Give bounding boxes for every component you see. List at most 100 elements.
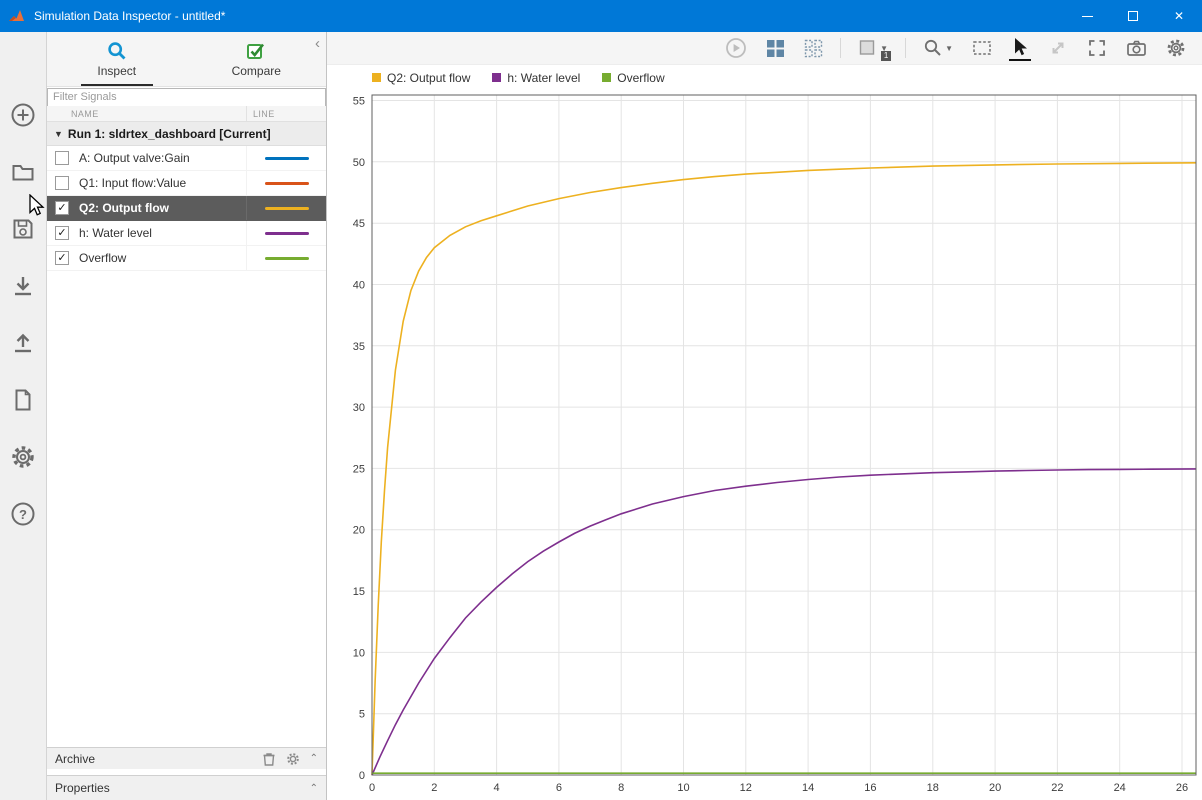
minimize-button[interactable] xyxy=(1064,0,1110,32)
svg-text:12: 12 xyxy=(740,782,752,794)
run-control-button[interactable] xyxy=(723,35,749,61)
fit-to-view-button[interactable] xyxy=(1046,36,1070,60)
window-title: Simulation Data Inspector - untitled* xyxy=(34,9,1064,23)
svg-text:5: 5 xyxy=(359,709,365,721)
signal-row[interactable]: ✓Overflow xyxy=(47,246,326,271)
chart-canvas[interactable]: 0246810121416182022242605101520253035404… xyxy=(327,90,1202,800)
run-group-row[interactable]: ▼ Run 1: sldrtex_dashboard [Current] xyxy=(47,122,326,146)
signal-checkbox[interactable]: ✓ xyxy=(55,201,69,215)
zoom-region-button[interactable] xyxy=(970,36,994,60)
trash-icon[interactable] xyxy=(262,751,276,766)
archive-bar[interactable]: Archive ⌃ xyxy=(47,747,326,769)
signal-row[interactable]: ✓Q2: Output flow xyxy=(47,196,326,221)
expand-corners-icon xyxy=(1087,38,1107,58)
import-icon xyxy=(10,273,36,299)
signal-line-swatch xyxy=(265,257,309,260)
legend-item: Overflow xyxy=(602,71,664,85)
open-button[interactable] xyxy=(8,157,38,187)
preferences-button[interactable] xyxy=(8,442,38,472)
svg-text:10: 10 xyxy=(353,647,365,659)
title-bar: Simulation Data Inspector - untitled* ✕ xyxy=(0,0,1202,32)
maximize-icon xyxy=(1128,11,1138,21)
chart-svg[interactable]: 0246810121416182022242605101520253035404… xyxy=(327,90,1202,800)
filter-signals-input[interactable] xyxy=(47,88,326,107)
save-button[interactable] xyxy=(8,214,38,244)
signal-checkbox[interactable]: ✓ xyxy=(55,251,69,265)
pointer-tool-button[interactable] xyxy=(1009,35,1031,61)
signal-checkbox[interactable]: ✓ xyxy=(55,226,69,240)
report-button[interactable] xyxy=(8,385,38,415)
svg-text:55: 55 xyxy=(353,96,365,108)
properties-collapse-icon[interactable]: ⌃ xyxy=(310,783,318,794)
plot-toolbar: 1 ▼ ▼ xyxy=(327,32,1202,65)
tab-compare[interactable]: Compare xyxy=(187,32,327,86)
legend-swatch-icon xyxy=(372,73,381,82)
svg-text:45: 45 xyxy=(353,218,365,230)
svg-text:2: 2 xyxy=(431,782,437,794)
dashed-grid-icon xyxy=(804,39,823,58)
zoom-magnifier-icon xyxy=(923,38,943,58)
maximize-button[interactable] xyxy=(1110,0,1156,32)
signal-checkbox[interactable] xyxy=(55,151,69,165)
svg-text:50: 50 xyxy=(353,157,365,169)
fullscreen-button[interactable] xyxy=(1085,36,1109,60)
svg-text:15: 15 xyxy=(353,586,365,598)
legend-label: Q2: Output flow xyxy=(387,71,470,85)
signal-line-swatch xyxy=(265,207,309,210)
signal-line-cell xyxy=(246,246,326,270)
signal-checkbox[interactable] xyxy=(55,176,69,190)
legend-item: h: Water level xyxy=(492,71,580,85)
svg-text:40: 40 xyxy=(353,280,365,292)
tab-inspect[interactable]: Inspect xyxy=(47,32,187,86)
signal-table-header: NAME LINE xyxy=(47,106,326,122)
legend-item: Q2: Output flow xyxy=(372,71,470,85)
tab-compare-label: Compare xyxy=(232,64,281,78)
plot-settings-button[interactable] xyxy=(1164,36,1188,60)
column-name: NAME xyxy=(47,109,246,119)
signal-name: Q1: Input flow:Value xyxy=(69,176,246,190)
inspect-magnifier-icon xyxy=(107,41,127,61)
subplot-layout-icon xyxy=(766,39,785,58)
view-selector-button[interactable]: 1 ▼ xyxy=(856,36,890,60)
legend-swatch-icon xyxy=(492,73,501,82)
signal-row[interactable]: Q1: Input flow:Value xyxy=(47,171,326,196)
run-group-label: Run 1: sldrtex_dashboard [Current] xyxy=(68,127,271,141)
toolbar-separator xyxy=(840,38,841,58)
close-button[interactable]: ✕ xyxy=(1156,0,1202,32)
signal-row[interactable]: A: Output valve:Gain xyxy=(47,146,326,171)
snapshot-button[interactable] xyxy=(1124,36,1149,60)
signal-line-cell xyxy=(246,146,326,170)
gear-icon xyxy=(10,444,36,470)
plot-background xyxy=(372,95,1196,775)
add-button[interactable] xyxy=(8,100,38,130)
x-axis-labels: 02468101214161820222426 xyxy=(369,782,1188,794)
custom-grid-button[interactable] xyxy=(802,37,825,60)
svg-text:35: 35 xyxy=(353,341,365,353)
layout-grid-button[interactable] xyxy=(764,37,787,60)
left-toolstrip: ? xyxy=(0,32,47,800)
close-icon: ✕ xyxy=(1174,9,1184,23)
svg-text:0: 0 xyxy=(359,770,365,782)
settings-gear-icon xyxy=(1166,38,1186,58)
column-line: LINE xyxy=(246,106,326,121)
folder-icon xyxy=(10,159,36,185)
y-axis-labels: 0510152025303540455055 xyxy=(353,96,365,783)
zoom-menu-button[interactable]: ▼ xyxy=(921,36,955,60)
play-circle-icon xyxy=(725,37,747,59)
signals-sidebar: ‹ Inspect Compare xyxy=(47,32,327,800)
diagonal-arrows-icon xyxy=(1048,38,1068,58)
svg-text:4: 4 xyxy=(494,782,500,794)
matlab-icon xyxy=(8,7,26,25)
plot-main-area: 1 ▼ ▼ xyxy=(327,32,1202,800)
signal-name: Q2: Output flow xyxy=(69,201,246,215)
svg-text:14: 14 xyxy=(802,782,814,794)
help-button[interactable]: ? xyxy=(8,499,38,529)
collapse-triangle-icon[interactable]: ▼ xyxy=(54,129,63,139)
archive-collapse-icon[interactable]: ⌃ xyxy=(310,753,318,764)
export-button[interactable] xyxy=(8,328,38,358)
archive-gear-icon[interactable] xyxy=(286,752,300,766)
import-button[interactable] xyxy=(8,271,38,301)
properties-bar[interactable]: Properties ⌃ xyxy=(47,775,326,800)
signal-row[interactable]: ✓h: Water level xyxy=(47,221,326,246)
filter-signals-wrap xyxy=(47,87,326,106)
